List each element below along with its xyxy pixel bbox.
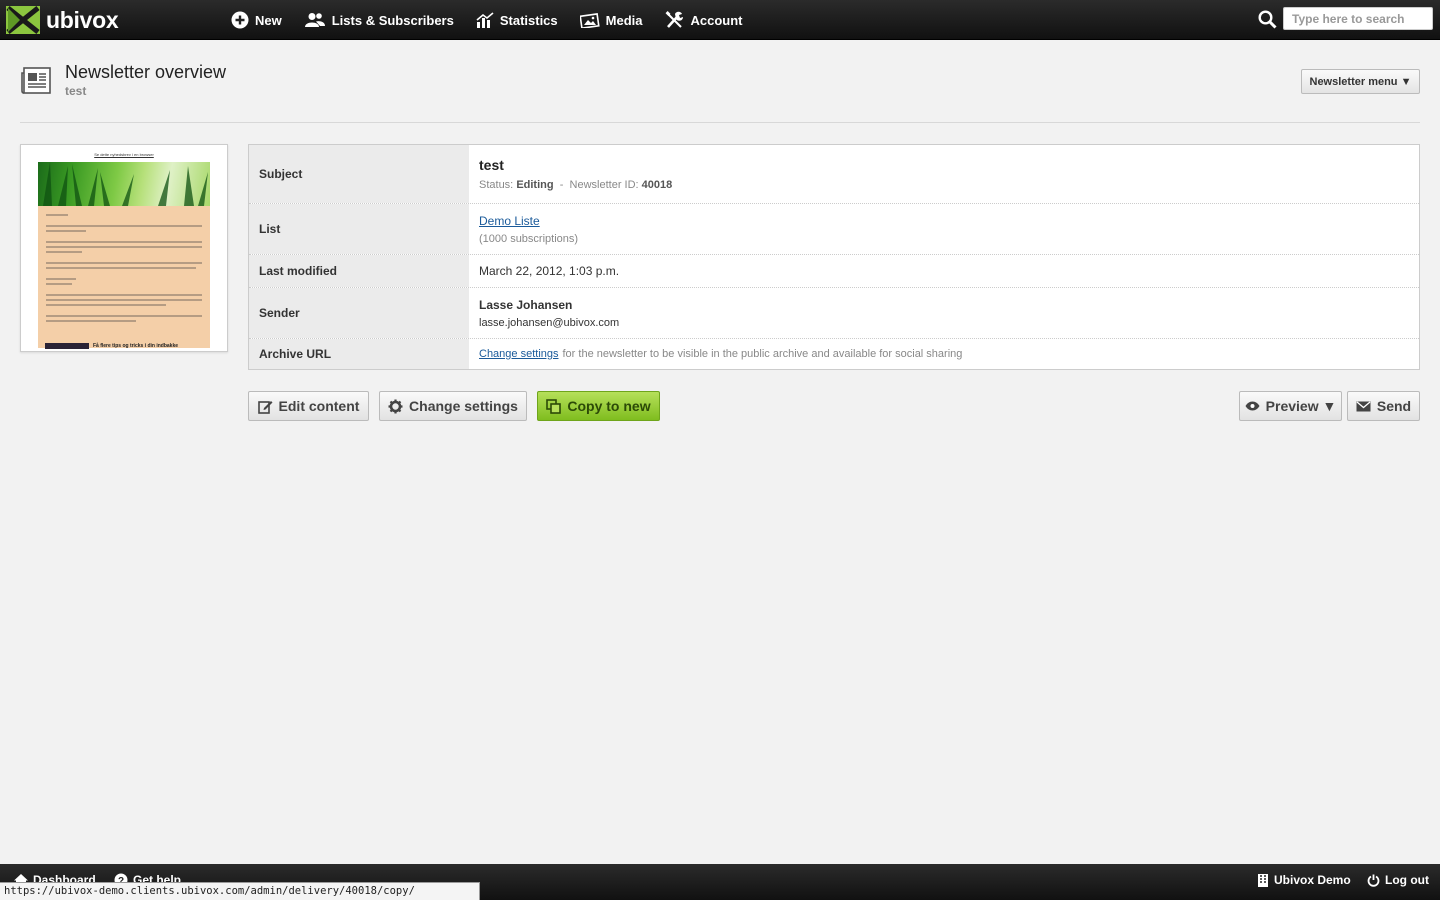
ubivox-logo[interactable]: ubivox [6, 5, 119, 35]
details-row-subject: Subject test Status: Editing - Newslette… [249, 145, 1419, 204]
status-separator: - [559, 179, 564, 191]
logout-link[interactable]: Log out [1367, 873, 1429, 887]
bar-chart-icon [476, 12, 494, 28]
button-label: Edit content [278, 398, 360, 414]
envelope-icon [1356, 401, 1371, 411]
thumbnail-footer-text: Få flere tips og tricks i din indbakke [93, 343, 179, 349]
newsletter-icon [21, 67, 51, 94]
edit-content-button[interactable]: Edit content [248, 391, 369, 421]
change-settings-button[interactable]: Change settings [379, 391, 527, 421]
row-label: Sender [249, 288, 469, 338]
button-label: Preview ▼ [1265, 398, 1337, 414]
nav-item-label: Statistics [499, 12, 558, 28]
users-icon [304, 13, 325, 27]
newsletter-thumbnail[interactable]: Se dette nyhedsbrev i en browser Få fler… [20, 144, 228, 352]
main-nav: New Lists & Subscribers Statistics Media… [231, 0, 765, 40]
search-icon[interactable] [1258, 10, 1277, 29]
details-row-archive-url: Archive URL Change settings for the news… [249, 339, 1419, 369]
row-label: Last modified [249, 255, 469, 287]
newsletter-details-table: Subject test Status: Editing - Newslette… [248, 144, 1420, 370]
copy-to-new-button[interactable]: Copy to new [537, 391, 660, 421]
status-line: Status: Editing - Newsletter ID: 40018 [479, 179, 672, 191]
nav-item-label: Media [605, 12, 643, 28]
newsletter-id-label: Newsletter ID: [569, 179, 639, 191]
logo-text: ubivox [46, 6, 119, 33]
edit-icon [257, 400, 273, 414]
row-label: Subject [249, 145, 469, 203]
send-button[interactable]: Send [1347, 391, 1420, 421]
ubivox-logo-icon [6, 6, 40, 34]
row-label: Archive URL [249, 339, 469, 369]
button-label: Send [1376, 398, 1412, 414]
row-value: test Status: Editing - Newsletter ID: 40… [479, 145, 672, 203]
thumbnail-hero-image [38, 162, 210, 206]
sender-name: Lasse Johansen [479, 297, 573, 312]
subject-value: test [479, 157, 504, 173]
search-input[interactable] [1283, 7, 1433, 30]
nav-item-lists-subscribers[interactable]: Lists & Subscribers [304, 12, 454, 28]
power-icon [1367, 874, 1380, 887]
sender-email: lasse.johansen@ubivox.com [479, 316, 620, 329]
list-link[interactable]: Demo Liste [479, 214, 578, 228]
nav-item-media[interactable]: Media [579, 12, 643, 28]
details-row-last-modified: Last modified March 22, 2012, 1:03 p.m. [249, 255, 1419, 288]
row-label: List [249, 204, 469, 254]
status-value: Editing [516, 179, 554, 191]
newsletter-id-value: 40018 [641, 179, 673, 191]
thumbnail-body [38, 206, 210, 348]
subscriptions-count: (1000 subscriptions) [479, 232, 579, 245]
account-name-link[interactable]: Ubivox Demo [1257, 873, 1351, 887]
grass-image [43, 162, 208, 206]
button-label: Copy to new [567, 398, 651, 414]
row-value: Change settings for the newsletter to be… [479, 339, 962, 369]
preview-button[interactable]: Preview ▼ [1239, 391, 1342, 421]
details-row-sender: Sender Lasse Johansen lasse.johansen@ubi… [249, 288, 1419, 339]
row-value: March 22, 2012, 1:03 p.m. [479, 255, 619, 287]
tools-icon [665, 11, 683, 28]
thumbnail-footer-image [45, 343, 89, 349]
details-row-list: List Demo Liste (1000 subscriptions) [249, 204, 1419, 255]
page-subtitle: test [65, 84, 87, 98]
nav-item-label: Account [690, 12, 743, 28]
last-modified-value: March 22, 2012, 1:03 p.m. [479, 264, 620, 278]
archive-url-text: for the newsletter to be visible in the … [562, 348, 963, 360]
copy-icon [546, 398, 562, 414]
nav-item-label: New [255, 12, 282, 28]
thumbnail-browser-link: Se dette nyhedsbrev i en browser [94, 152, 154, 157]
eye-icon [1245, 401, 1260, 411]
nav-item-label: Lists & Subscribers [331, 12, 454, 28]
row-value: Demo Liste (1000 subscriptions) [479, 204, 578, 254]
browser-status-url: https://ubivox-demo.clients.ubivox.com/a… [0, 882, 480, 900]
nav-item-account[interactable]: Account [665, 11, 743, 29]
images-icon [579, 13, 600, 28]
header-divider [20, 122, 1420, 123]
logout-label: Log out [1385, 873, 1429, 887]
building-icon [1258, 873, 1268, 887]
gear-icon [388, 399, 403, 413]
nav-item-new[interactable]: New [231, 11, 282, 29]
page-title: Newsletter overview [65, 62, 227, 82]
account-name-label: Ubivox Demo [1274, 873, 1351, 887]
archive-change-settings-link[interactable]: Change settings [479, 348, 559, 360]
top-navigation-bar: ubivox New Lists & Subscribers Statistic… [0, 0, 1440, 40]
plus-circle-icon [231, 11, 249, 29]
nav-item-statistics[interactable]: Statistics [476, 12, 558, 28]
button-label: Change settings [409, 398, 518, 414]
row-value: Lasse Johansen lasse.johansen@ubivox.com [479, 288, 619, 338]
status-label: Status: [479, 179, 514, 191]
newsletter-menu-button[interactable]: Newsletter menu ▼ [1301, 69, 1420, 94]
